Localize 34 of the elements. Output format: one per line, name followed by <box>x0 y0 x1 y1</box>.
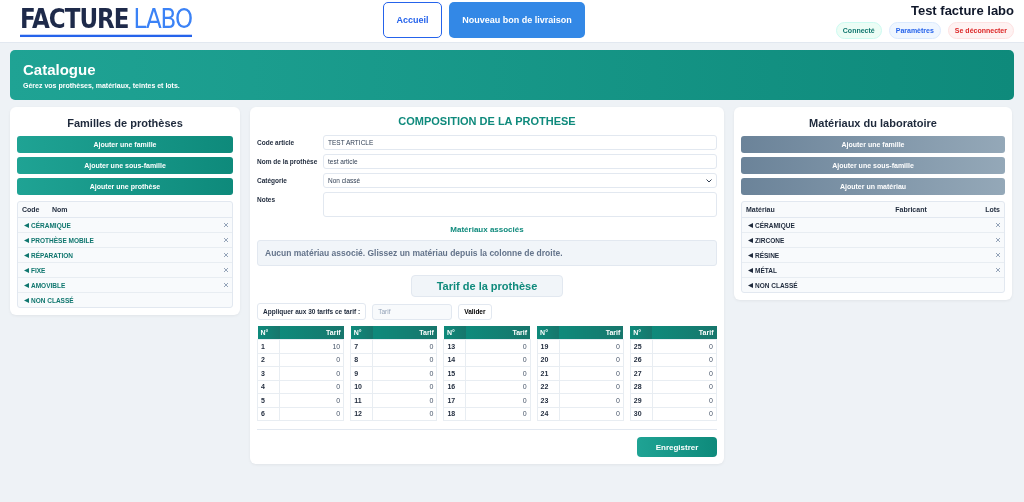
user-name: Test facture labo <box>910 3 1014 18</box>
caret-icon <box>24 267 29 273</box>
card-title: Matériaux du laboratoire <box>808 117 938 129</box>
caret-icon <box>24 252 29 258</box>
caret-icon <box>748 222 753 228</box>
card-title: Familles de prothèses <box>66 117 184 129</box>
save-button[interactable]: Enregistrer <box>637 437 717 457</box>
close-icon[interactable] <box>224 283 228 287</box>
caret-icon <box>748 267 753 273</box>
empty-message: Aucun matériau associé. Glissez un matériau depuis la colonne de droite. <box>257 240 717 266</box>
chevron-icon <box>706 178 712 183</box>
close-icon[interactable] <box>224 238 228 242</box>
close-icon[interactable] <box>224 223 228 227</box>
caret-icon <box>748 282 753 288</box>
caret-icon <box>24 282 29 288</box>
close-icon[interactable] <box>996 238 1000 242</box>
section-title: Tarif de la prothèse <box>411 275 563 297</box>
caret-icon <box>24 222 29 228</box>
caret-icon <box>24 237 29 243</box>
close-icon[interactable] <box>224 253 228 257</box>
nav-button[interactable]: Nouveau bon de livraison <box>449 2 585 38</box>
close-icon[interactable] <box>996 268 1000 272</box>
nav-button[interactable]: Accueil <box>383 2 442 38</box>
logo: FACTURE LABO <box>20 5 193 37</box>
card-title: COMPOSITION DE LA PROTHESE <box>397 115 577 127</box>
caret-icon <box>748 237 753 243</box>
notes-field[interactable] <box>323 192 717 217</box>
caret-icon <box>24 297 29 303</box>
close-icon[interactable] <box>996 223 1000 227</box>
close-icon[interactable] <box>224 268 228 272</box>
section-title: Matériaux associés <box>449 225 525 234</box>
page-title: Catalogue <box>23 61 97 78</box>
close-icon[interactable] <box>996 253 1000 257</box>
caret-icon <box>748 252 753 258</box>
